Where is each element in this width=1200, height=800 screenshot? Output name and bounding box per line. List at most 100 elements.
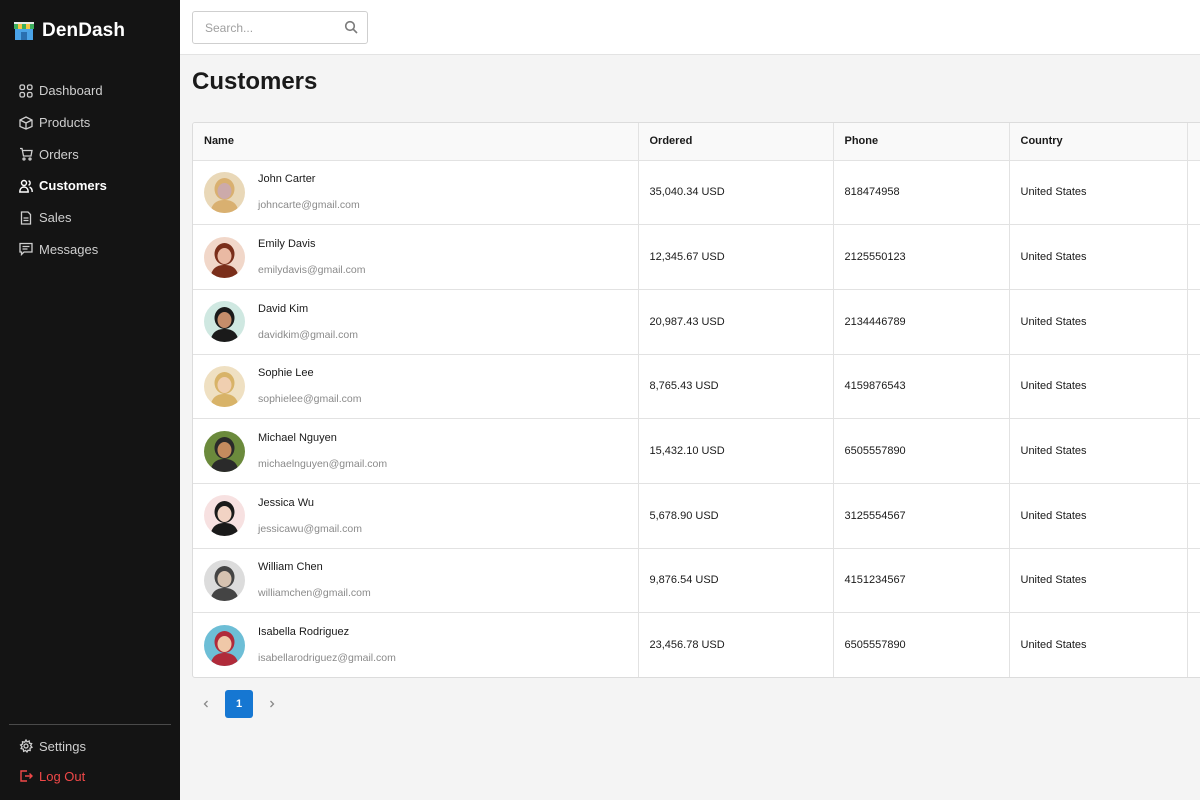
customer-identity: John Carter johncarte@gmail.com: [204, 171, 638, 213]
customer-name[interactable]: Michael Nguyen: [258, 432, 387, 444]
cell-phone: 818474958: [833, 160, 1010, 226]
cell-phone: 4151234567: [833, 548, 1010, 614]
customer-identity: Michael Nguyen michaelnguyen@gmail.com: [204, 430, 638, 472]
customer-identity: David Kim davidkim@gmail.com: [204, 301, 638, 343]
customer-name[interactable]: William Chen: [258, 561, 371, 573]
sidebar-item-dashboard[interactable]: Dashboard: [0, 75, 180, 107]
customer-name-block: Michael Nguyen michaelnguyen@gmail.com: [258, 432, 387, 470]
sidebar-item-messages[interactable]: Messages: [0, 233, 180, 265]
avatar[interactable]: [204, 624, 245, 666]
cell-ordered: 12,345.67 USD: [638, 224, 834, 290]
cell-name: Michael Nguyen michaelnguyen@gmail.com: [193, 418, 639, 484]
search-icon[interactable]: [344, 20, 358, 34]
column-header-phone[interactable]: Phone: [833, 123, 1010, 161]
cell-overflow: [1187, 224, 1200, 290]
sidebar-item-customers[interactable]: Customers: [0, 170, 180, 202]
cell-overflow: [1187, 289, 1200, 355]
customer-identity: Sophie Lee sophielee@gmail.com: [204, 365, 638, 407]
cell-country: United States: [1009, 483, 1188, 549]
customer-identity: William Chen williamchen@gmail.com: [204, 559, 638, 601]
customer-name-block: David Kim davidkim@gmail.com: [258, 303, 358, 341]
avatar[interactable]: [204, 365, 245, 407]
column-header-name[interactable]: Name: [193, 123, 639, 161]
cart-icon: [19, 147, 33, 161]
table-header-row: Name Ordered Phone Country: [193, 123, 1200, 161]
page-number-button[interactable]: 1: [225, 690, 253, 718]
customer-email: emilydavis@gmail.com: [258, 264, 366, 277]
cell-country: United States: [1009, 289, 1188, 355]
cell-country: United States: [1009, 160, 1188, 226]
sidebar: DenDash Dashboard Products Orders Custom…: [0, 0, 180, 800]
avatar[interactable]: [204, 430, 245, 472]
cell-overflow: [1187, 483, 1200, 549]
table-row[interactable]: Isabella Rodriguez isabellarodriguez@gma…: [193, 612, 1200, 677]
customer-name[interactable]: David Kim: [258, 303, 358, 315]
customer-email: isabellarodriguez@gmail.com: [258, 652, 396, 665]
sidebar-item-sales[interactable]: Sales: [0, 202, 180, 234]
cell-ordered: 20,987.43 USD: [638, 289, 834, 355]
column-header-ordered[interactable]: Ordered: [638, 123, 834, 161]
avatar[interactable]: [204, 495, 245, 537]
cell-phone: 2125550123: [833, 224, 1010, 290]
chevron-left-icon[interactable]: [192, 690, 220, 718]
search-input[interactable]: [193, 12, 343, 43]
cell-ordered: 15,432.10 USD: [638, 418, 834, 484]
cell-phone: 3125554567: [833, 483, 1010, 549]
cell-name: Jessica Wu jessicawu@gmail.com: [193, 483, 639, 549]
cell-country: United States: [1009, 548, 1188, 614]
cell-ordered: 9,876.54 USD: [638, 548, 834, 614]
column-header-country[interactable]: Country: [1009, 123, 1188, 161]
customer-name[interactable]: Jessica Wu: [258, 497, 362, 509]
cell-name: William Chen williamchen@gmail.com: [193, 548, 639, 614]
table-row[interactable]: William Chen williamchen@gmail.com 9,876…: [193, 548, 1200, 614]
cell-overflow: [1187, 418, 1200, 484]
customer-name[interactable]: Isabella Rodriguez: [258, 626, 396, 638]
cell-country: United States: [1009, 224, 1188, 290]
table-row[interactable]: Sophie Lee sophielee@gmail.com 8,765.43 …: [193, 354, 1200, 420]
customer-name[interactable]: Sophie Lee: [258, 367, 361, 379]
customer-name-block: Isabella Rodriguez isabellarodriguez@gma…: [258, 626, 396, 664]
brand[interactable]: DenDash: [13, 18, 125, 44]
sidebar-bottom-nav: Settings Log Out: [0, 731, 180, 791]
cell-overflow: [1187, 548, 1200, 614]
chevron-right-icon[interactable]: [258, 690, 286, 718]
logout-button[interactable]: Log Out: [0, 761, 180, 791]
customer-name[interactable]: John Carter: [258, 173, 360, 185]
sidebar-nav: Dashboard Products Orders Customers Sale…: [0, 75, 180, 265]
customers-table: Name Ordered Phone Country John Carter j…: [192, 122, 1200, 678]
customer-email: williamchen@gmail.com: [258, 587, 371, 600]
customer-email: davidkim@gmail.com: [258, 328, 358, 341]
brand-name: DenDash: [42, 20, 126, 41]
table-row[interactable]: John Carter johncarte@gmail.com 35,040.3…: [193, 160, 1200, 226]
cell-ordered: 8,765.43 USD: [638, 354, 834, 420]
sidebar-item-label: Sales: [39, 210, 72, 226]
table-row[interactable]: Jessica Wu jessicawu@gmail.com 5,678.90 …: [193, 483, 1200, 549]
customer-name[interactable]: Emily Davis: [258, 238, 366, 250]
cell-ordered: 23,456.78 USD: [638, 612, 834, 677]
logout-label: Log Out: [39, 768, 86, 784]
settings-label: Settings: [39, 738, 86, 754]
sidebar-item-settings[interactable]: Settings: [0, 731, 180, 761]
sidebar-item-products[interactable]: Products: [0, 107, 180, 139]
users-icon: [19, 179, 33, 193]
table-row[interactable]: Emily Davis emilydavis@gmail.com 12,345.…: [193, 224, 1200, 290]
page-title: Customers: [192, 68, 318, 95]
sidebar-item-label: Messages: [39, 241, 99, 257]
sidebar-item-orders[interactable]: Orders: [0, 138, 180, 170]
topbar: [180, 0, 1200, 55]
customer-name-block: John Carter johncarte@gmail.com: [258, 173, 360, 211]
sidebar-divider: [9, 724, 171, 725]
avatar[interactable]: [204, 171, 245, 213]
document-icon: [19, 210, 33, 225]
table-row[interactable]: David Kim davidkim@gmail.com 20,987.43 U…: [193, 289, 1200, 355]
cell-overflow: [1187, 354, 1200, 420]
cell-ordered: 35,040.34 USD: [638, 160, 834, 226]
sidebar-item-label: Customers: [39, 178, 107, 194]
pagination: 1: [192, 690, 286, 718]
logout-icon: [19, 769, 33, 783]
cell-name: Emily Davis emilydavis@gmail.com: [193, 224, 639, 290]
avatar[interactable]: [204, 301, 245, 343]
table-row[interactable]: Michael Nguyen michaelnguyen@gmail.com 1…: [193, 418, 1200, 484]
avatar[interactable]: [204, 236, 245, 278]
avatar[interactable]: [204, 559, 245, 601]
